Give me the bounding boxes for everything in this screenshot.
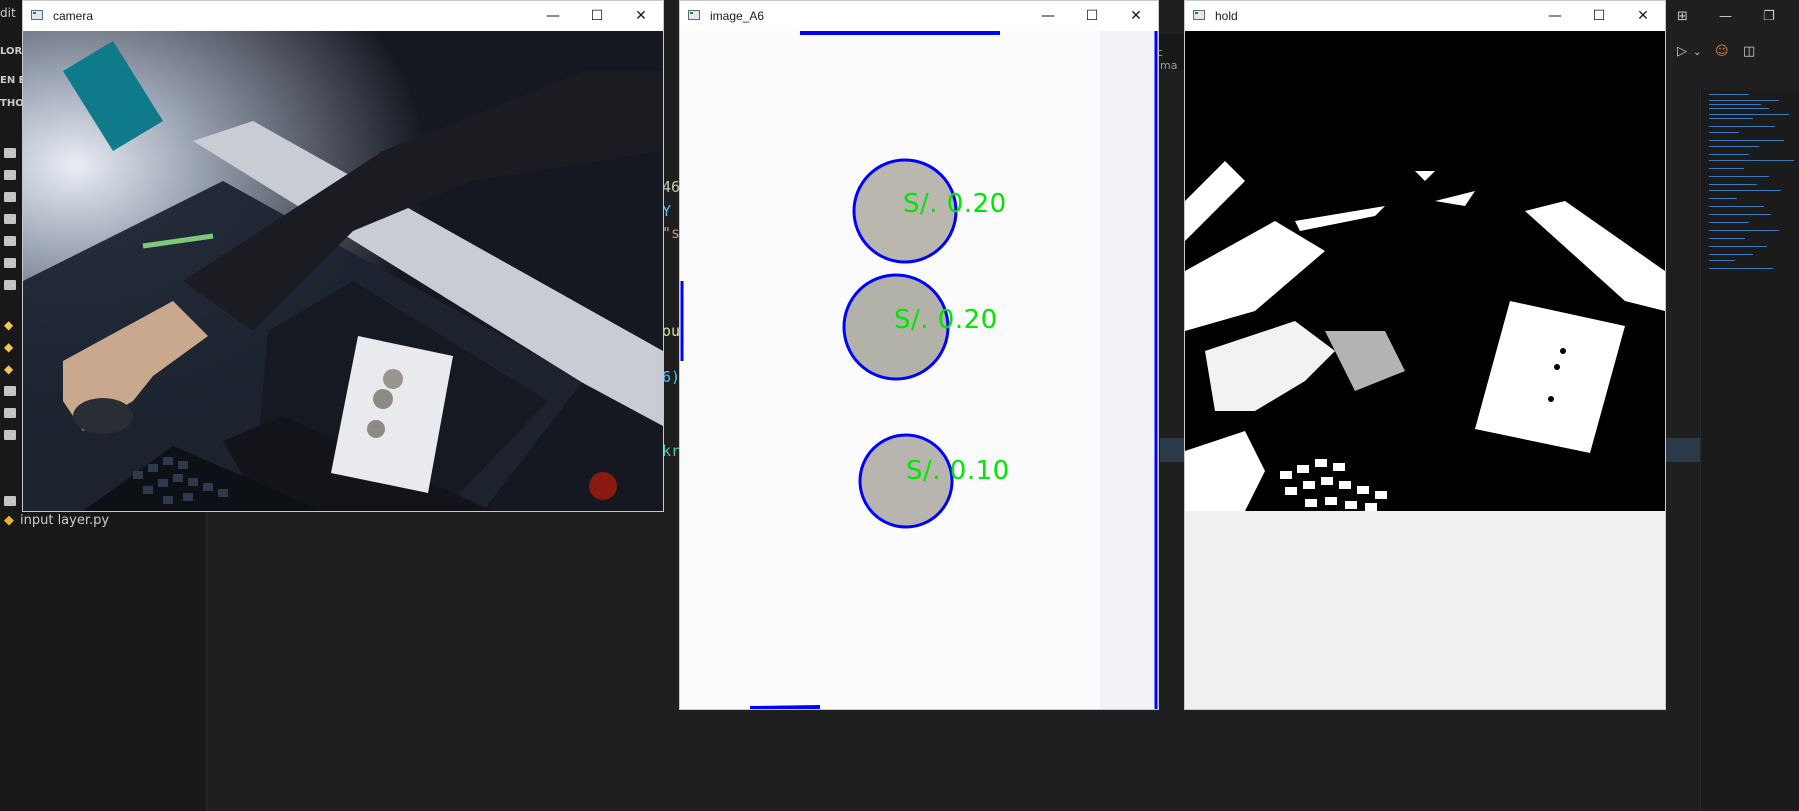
hold-window[interactable]: hold — ☐ ✕: [1184, 0, 1666, 710]
detection-overlay: [680, 31, 1158, 709]
minimize-icon[interactable]: —: [1719, 9, 1732, 24]
threshold-image: [1185, 31, 1665, 511]
warped-paper-image: S/. 0.20 S/. 0.20 S/. 0.10: [680, 31, 1158, 709]
folder-icon[interactable]: [4, 214, 16, 224]
python-file-icon[interactable]: ◆: [4, 318, 13, 332]
coin-value-label: S/. 0.20: [894, 305, 998, 335]
maximize-icon[interactable]: ☐: [575, 1, 619, 31]
folder-icon[interactable]: [4, 280, 16, 290]
minimize-icon[interactable]: —: [1533, 1, 1577, 31]
maximize-icon[interactable]: ☐: [1577, 1, 1621, 31]
folder-icon[interactable]: [4, 236, 16, 246]
python-file-icon[interactable]: ◆: [4, 362, 13, 376]
folder-icon[interactable]: [4, 408, 16, 418]
camera-window[interactable]: camera — ☐ ✕: [22, 0, 664, 512]
code-fragment: "s: [662, 224, 681, 242]
vscode-window-controls: ⊞ — ❐: [1663, 0, 1799, 34]
code-fragment: kr: [662, 442, 681, 460]
threshold-frame: [1185, 31, 1665, 511]
folder-icon[interactable]: [4, 170, 16, 180]
chevron-down-icon[interactable]: ⌄: [1693, 47, 1701, 58]
restore-icon[interactable]: ❐: [1763, 9, 1775, 24]
coin-value-label: S/. 0.10: [906, 456, 1010, 486]
close-icon[interactable]: ✕: [619, 1, 663, 31]
camera-window-title: camera: [53, 9, 94, 23]
minimize-icon[interactable]: —: [1026, 1, 1070, 31]
close-icon[interactable]: ✕: [1621, 1, 1665, 31]
split-editor-icon[interactable]: ◫: [1743, 44, 1755, 59]
coin-value-label: S/. 0.20: [903, 189, 1007, 219]
editor-tab-fragment[interactable]: c ima: [1155, 34, 1185, 72]
camera-frame: [23, 31, 663, 511]
code-fragment: 46: [662, 178, 681, 196]
image-a6-window-title: image_A6: [710, 9, 765, 23]
file-name: input layer.py: [20, 513, 110, 528]
editor-toolbar: ▷ ⌄ ☺ ◫: [1663, 34, 1799, 70]
camera-feed-image: [23, 31, 663, 511]
code-fragment: 6): [662, 368, 681, 386]
tab-label: c ima: [1157, 46, 1178, 72]
minimize-icon[interactable]: —: [531, 1, 575, 31]
folder-icon[interactable]: [4, 430, 16, 440]
folder-icon[interactable]: [4, 192, 16, 202]
editor-minimap[interactable]: [1700, 90, 1799, 810]
image-a6-titlebar[interactable]: image_A6 — ☐ ✕: [680, 1, 1158, 31]
folder-icon[interactable]: [4, 496, 16, 506]
folder-icon[interactable]: [4, 148, 16, 158]
file-item-input-layer[interactable]: ◆ input layer.py: [4, 513, 109, 528]
close-icon[interactable]: ✕: [1114, 1, 1158, 31]
window-app-icon: [1193, 10, 1205, 20]
menu-fragment[interactable]: dit: [0, 6, 16, 20]
python-file-icon: ◆: [4, 513, 14, 528]
run-icon[interactable]: ▷: [1677, 44, 1687, 59]
layout-icon[interactable]: ⊞: [1677, 9, 1688, 24]
hold-window-title: hold: [1215, 9, 1238, 23]
camera-titlebar[interactable]: camera — ☐ ✕: [23, 1, 663, 31]
copilot-icon[interactable]: ☺: [1715, 44, 1729, 59]
window-app-icon: [31, 10, 43, 20]
maximize-icon[interactable]: ☐: [1070, 1, 1114, 31]
hold-titlebar[interactable]: hold — ☐ ✕: [1185, 1, 1665, 31]
code-fragment: ou: [662, 322, 681, 340]
folder-icon[interactable]: [4, 386, 16, 396]
window-app-icon: [688, 10, 700, 20]
python-file-icon[interactable]: ◆: [4, 340, 13, 354]
folder-icon[interactable]: [4, 258, 16, 268]
image-a6-window[interactable]: image_A6 — ☐ ✕ S/. 0.20 S/. 0.20 S/. 0.1…: [679, 0, 1159, 710]
